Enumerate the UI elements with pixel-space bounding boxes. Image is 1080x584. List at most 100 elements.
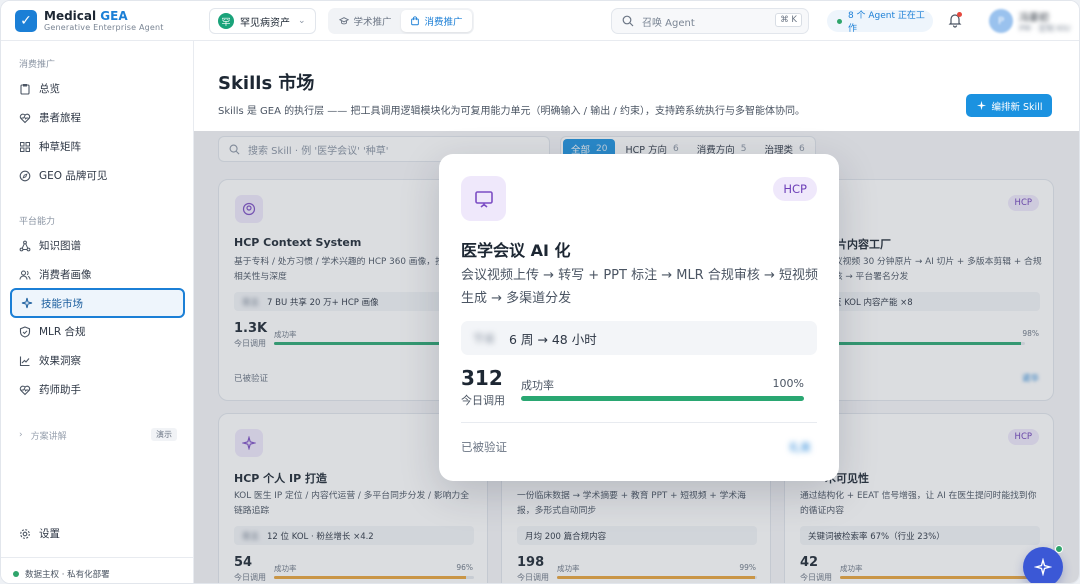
sidebar-item-label: GEO 品牌可见 <box>39 170 108 182</box>
success-rate-fill <box>521 396 804 401</box>
skill-detail-modal: HCP 医学会议 AI 化 会议视频上传 → 转写 + PPT 标注 → MLR… <box>439 154 839 481</box>
sidebar-item-patient-journey[interactable]: 患者旅程 <box>10 104 185 131</box>
meta-prefix: 节省 <box>473 332 495 345</box>
top-bar: ✓ Medical GEA Generative Enterprise Agen… <box>1 1 1079 41</box>
compass-icon <box>19 170 31 182</box>
meta-text: 6 周 → 48 小时 <box>509 331 597 347</box>
brand-subtitle: Generative Enterprise Agent <box>44 23 164 32</box>
search-shortcut-badge: ⌘ K <box>775 13 802 27</box>
sidebar-item-label: 种草矩阵 <box>39 141 81 153</box>
clipboard-icon <box>19 83 31 95</box>
mode-toggle: 学术推广 消费推广 <box>328 8 474 34</box>
sidebar-item-skills-market[interactable]: 技能市场 <box>10 288 185 318</box>
sidebar-section-consumer: 消费推广 <box>19 60 56 70</box>
status-dot-icon <box>13 571 19 577</box>
brand-accent: GEA <box>100 9 128 23</box>
logo-check-icon: ✓ <box>15 10 37 32</box>
page-title: Skills 市场 <box>218 73 315 94</box>
sidebar-item-geo-visibility[interactable]: GEO 品牌可见 <box>10 162 185 189</box>
calls-label: 今日调用 <box>461 394 505 407</box>
sidebar-item-settings[interactable]: 设置 <box>10 520 185 547</box>
sparkles-icon <box>976 100 986 111</box>
agent-status-text: 8 个 Agent 正在工作 <box>847 11 925 34</box>
graduation-cap-icon <box>339 17 350 25</box>
new-skill-button[interactable]: 编排新 Skill <box>966 94 1052 117</box>
verified-by-link[interactable]: 礼来 <box>789 439 811 455</box>
mode-academic-label: 学术推广 <box>353 17 392 28</box>
calls-count: 312 <box>461 366 503 390</box>
heart-pulse-icon <box>19 384 31 396</box>
sparkles-icon <box>21 297 33 309</box>
modal-meta: 节省 6 周 → 48 小时 <box>461 321 817 355</box>
solution-label: 方案讲解 <box>30 431 67 442</box>
search-placeholder: 召唤 Agent <box>642 17 695 29</box>
users-icon <box>19 269 31 281</box>
sidebar-section-platform: 平台能力 <box>19 217 56 227</box>
project-selector[interactable]: 罕 罕见病资产 ⌄ <box>209 8 316 34</box>
mode-consumer-label: 消费推广 <box>424 17 463 28</box>
user-name: 冯豪初 <box>1019 13 1049 24</box>
agent-search-input[interactable]: 召唤 Agent ⌘ K <box>611 8 809 34</box>
sidebar-item-label: 患者旅程 <box>39 112 81 124</box>
sidebar-item-consumer-profile[interactable]: 消费者画像 <box>10 261 185 288</box>
skill-tag: HCP <box>773 177 817 201</box>
agent-status-badge[interactable]: 8 个 Agent 正在工作 <box>827 10 933 34</box>
assistant-fab-button[interactable] <box>1023 545 1063 583</box>
sidebar-item-label: 效果洞察 <box>39 355 81 367</box>
new-skill-label: 编排新 Skill <box>991 101 1043 113</box>
modal-title: 医学会议 AI 化 <box>461 241 571 260</box>
network-icon <box>19 240 31 252</box>
shield-check-icon <box>19 325 31 338</box>
modal-divider <box>461 422 817 423</box>
mode-consumer-button[interactable]: 消费推广 <box>401 10 472 32</box>
sidebar-item-overview[interactable]: 总览 <box>10 75 185 102</box>
sidebar-item-label: 技能市场 <box>41 297 83 310</box>
sidebar-item-seeding-matrix[interactable]: 种草矩阵 <box>10 133 185 160</box>
project-icon: 罕 <box>218 13 234 29</box>
chevron-right-icon: › <box>19 430 23 440</box>
deploy-status-text: 数据主权 · 私有化部署 <box>25 570 110 580</box>
user-role: PM · 定制 KIU <box>1019 24 1071 33</box>
sidebar-divider <box>1 557 193 558</box>
modal-description: 会议视频上传 → 转写 + PPT 标注 → MLR 合规审核 → 短视频生成 … <box>461 268 819 306</box>
brand-name: Medical GEA <box>44 9 128 23</box>
notification-bell-icon[interactable] <box>947 12 963 28</box>
success-rate-bar <box>521 396 804 401</box>
sidebar: 消费推广 总览 患者旅程 种草矩阵 GEO 品牌可见 平台能力 知识图谱 消费者… <box>1 41 194 583</box>
rate-label: 成功率 <box>521 379 554 392</box>
chevron-down-icon: ⌄ <box>298 16 306 26</box>
heart-pulse-icon <box>19 112 31 124</box>
rate-value: 100% <box>772 377 804 390</box>
sidebar-item-label: 药师助手 <box>39 384 81 396</box>
shopping-bag-icon <box>411 16 420 26</box>
sidebar-item-pharmacist-assistant[interactable]: 药师助手 <box>10 376 185 403</box>
deploy-status: 数据主权 · 私有化部署 <box>13 568 110 580</box>
search-icon <box>622 15 634 27</box>
sidebar-item-mlr-compliance[interactable]: MLR 合规 <box>10 318 185 345</box>
user-avatar[interactable]: P <box>989 9 1013 33</box>
sidebar-item-label: 总览 <box>39 83 60 95</box>
app-window: ✓ Medical GEA Generative Enterprise Agen… <box>0 0 1080 584</box>
status-dot-icon <box>837 18 842 24</box>
brand-name-text: Medical <box>44 9 97 23</box>
project-label: 罕见病资产 <box>240 17 290 29</box>
notification-dot <box>957 12 962 17</box>
mode-academic-button[interactable]: 学术推广 <box>330 10 401 32</box>
sparkles-icon <box>1034 558 1052 576</box>
solution-walkthrough[interactable]: › 方案讲解 演示 <box>19 428 177 442</box>
status-dot-icon <box>1055 545 1063 553</box>
verified-label: 已被验证 <box>461 440 507 454</box>
sidebar-item-label: 消费者画像 <box>39 269 92 281</box>
line-chart-icon <box>19 355 31 367</box>
demo-badge: 演示 <box>151 428 177 441</box>
grid-icon <box>19 141 31 153</box>
sidebar-item-effect-insight[interactable]: 效果洞察 <box>10 347 185 374</box>
sidebar-item-label: 知识图谱 <box>39 240 81 252</box>
presentation-icon <box>461 176 506 221</box>
sidebar-item-label: 设置 <box>39 528 60 540</box>
sidebar-item-knowledge-graph[interactable]: 知识图谱 <box>10 232 185 259</box>
page-description: Skills 是 GEA 的执行层 —— 把工具调用逻辑模块化为可复用能力单元（… <box>218 106 805 117</box>
page-header: Skills 市场 Skills 是 GEA 的执行层 —— 把工具调用逻辑模块… <box>194 41 1079 131</box>
gear-icon <box>19 528 31 540</box>
sidebar-item-label: MLR 合规 <box>39 326 86 338</box>
